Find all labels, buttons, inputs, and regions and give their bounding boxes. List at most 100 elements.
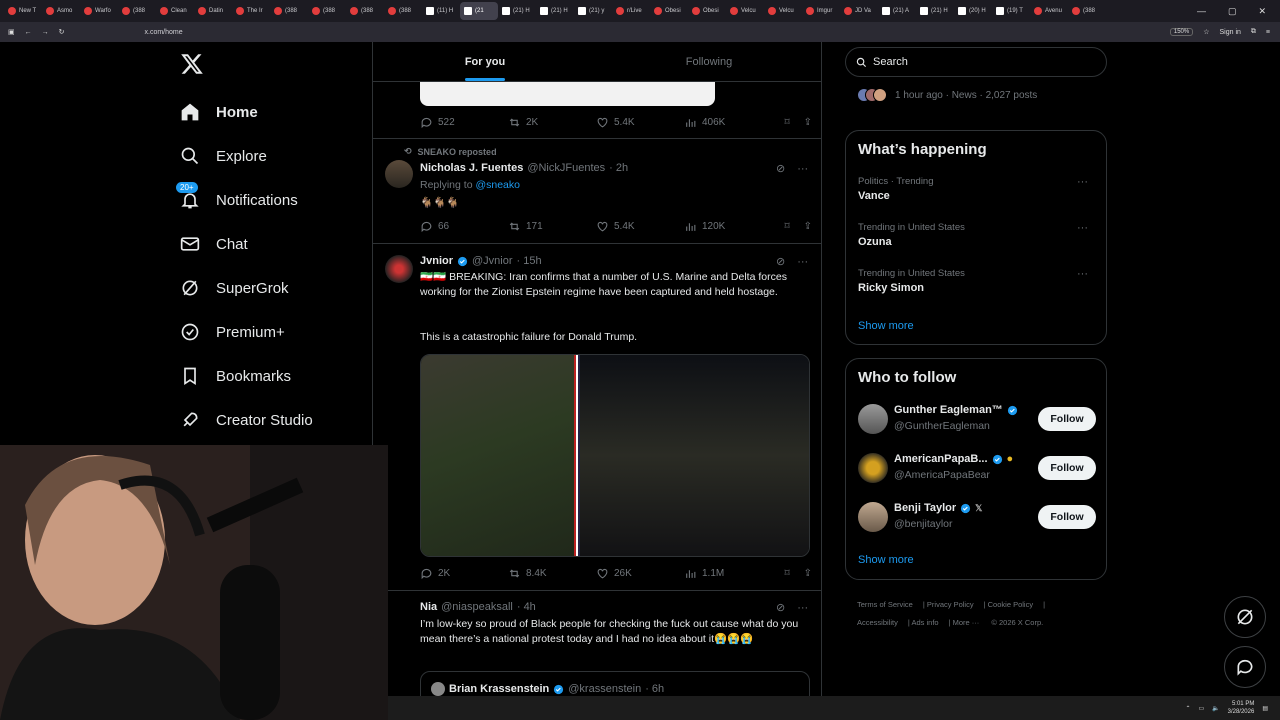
avatar[interactable] [385,255,413,283]
news-item[interactable]: 1 hour ago · News · 2,027 posts [857,88,1037,102]
author-handle[interactable]: @niaspeaksall [441,601,513,613]
repost-button[interactable]: 2K [508,116,596,129]
browser-tab[interactable]: Warfo [80,2,118,20]
repost-button[interactable]: 8.4K [508,567,596,580]
share-icon[interactable]: ⇪ [804,568,812,579]
sign-in-button[interactable]: Sign in [1220,29,1241,36]
browser-tab[interactable]: (20) H [954,2,992,20]
extensions-icon[interactable]: ⧉ [1251,28,1256,36]
browser-tab[interactable]: (388 [1068,2,1106,20]
notification-center-icon[interactable]: ▤ [1262,705,1268,712]
follow-button[interactable]: Follow [1038,456,1096,480]
reply-handle-link[interactable]: @sneako [475,179,520,191]
search-input[interactable]: Search [845,47,1107,77]
browser-tab[interactable]: (388 [346,2,384,20]
x-logo-icon[interactable] [180,52,204,76]
browser-tab[interactable]: Velcu [764,2,802,20]
browser-tab[interactable]: (11) H [422,2,460,20]
network-icon[interactable]: ▭ [1198,705,1204,712]
url-field[interactable]: x.com/home [145,29,183,36]
browser-tab[interactable]: (21) y [574,2,612,20]
share-icon[interactable]: ⇪ [804,221,812,232]
views-button[interactable]: 120K [684,220,776,233]
forward-icon[interactable]: → [42,29,49,36]
browser-tab[interactable]: (21) A [878,2,916,20]
more-icon[interactable]: ··· [797,602,808,614]
bookmark-icon[interactable]: ⌑ [784,568,789,579]
show-more-link[interactable]: Show more [858,320,914,332]
follow-suggestion[interactable]: Benji Taylor 𝕏 @benjitaylor Follow [858,500,1096,534]
author-name[interactable]: Nicholas J. Fuentes [420,162,523,174]
browser-tab[interactable]: Datin [194,2,232,20]
like-button[interactable]: 5.4K [596,220,684,233]
zoom-level[interactable]: 150% [1169,28,1194,36]
views-button[interactable]: 1.1M [684,567,776,580]
reply-button[interactable]: 522 [420,116,508,129]
trend-item[interactable]: Trending in United States Ricky Simon ··… [858,268,1098,294]
follow-suggestion[interactable]: AmericanPapaB... ● @AmericaPapaBear Follo… [858,451,1096,485]
avatar[interactable] [385,160,413,188]
follow-suggestion[interactable]: Gunther Eagleman™ @GuntherEagleman Follo… [858,402,1096,436]
more-icon[interactable]: ··· [1077,268,1088,280]
nav-item-notifications[interactable]: 20+ Notifications [176,178,313,222]
sidebar-toggle-icon[interactable]: ▣ [8,28,15,36]
browser-tab[interactable]: Imgur [802,2,840,20]
browser-tab[interactable]: Obesi [650,2,688,20]
browser-tab[interactable]: (21) H [916,2,954,20]
grok-icon[interactable]: ⊘ [776,162,785,175]
browser-tab[interactable]: (21) H [536,2,574,20]
browser-tab[interactable]: (21 [460,2,498,20]
footer-link[interactable]: Terms of Service [857,600,913,609]
grok-icon[interactable]: ⊘ [776,255,785,268]
reply-button[interactable]: 66 [420,220,508,233]
footer-link[interactable]: Cookie Policy [988,600,1033,609]
author-name[interactable]: Jvnior [420,255,453,267]
grok-float-button[interactable] [1224,596,1266,638]
tab-for-you[interactable]: For you [373,42,597,81]
tab-following[interactable]: Following [597,42,821,81]
reply-button[interactable]: 2K [420,567,508,580]
author-handle[interactable]: @Jvnior [472,255,513,267]
nav-item-chat[interactable]: Chat [180,222,313,266]
tweet-time[interactable]: · 2h [609,162,628,174]
author-name[interactable]: Nia [420,601,437,613]
follow-button[interactable]: Follow [1038,505,1096,529]
follow-button[interactable]: Follow [1038,407,1096,431]
nav-item-creator-studio[interactable]: Creator Studio [180,398,313,442]
footer-link[interactable]: Accessibility [857,618,898,627]
show-more-link[interactable]: Show more [858,554,914,566]
tweet-media[interactable] [420,354,810,557]
nav-item-bookmarks[interactable]: Bookmarks [180,354,313,398]
browser-tab[interactable]: (388 [308,2,346,20]
browser-tab[interactable]: Clean [156,2,194,20]
views-button[interactable]: 406K [684,116,776,129]
browser-tab[interactable]: r/Live [612,2,650,20]
bookmark-icon[interactable]: ⌑ [784,221,789,232]
share-icon[interactable]: ⇪ [804,117,812,128]
repost-by[interactable]: SNEAKO reposted [418,147,497,157]
messages-float-button[interactable] [1224,646,1266,688]
previous-tweet-media[interactable] [420,82,715,106]
author-handle[interactable]: @NickJFuentes [527,162,605,174]
trend-item[interactable]: Trending in United States Ozuna ··· [858,222,1098,248]
menu-icon[interactable]: ≡ [1266,29,1270,36]
maximize-icon[interactable]: ▢ [1228,6,1237,17]
star-icon[interactable]: ☆ [1203,28,1209,36]
like-button[interactable]: 5.4K [596,116,684,129]
browser-tab[interactable]: (388 [270,2,308,20]
reload-icon[interactable]: ↻ [59,28,65,36]
nav-item-premium[interactable]: Premium+ [180,310,313,354]
back-icon[interactable]: ← [25,29,32,36]
grok-icon[interactable]: ⊘ [776,601,785,614]
trend-item[interactable]: Politics · Trending Vance ··· [858,176,1098,202]
footer-link[interactable]: Ads info [911,618,938,627]
bookmark-icon[interactable]: ⌑ [784,117,789,128]
repost-button[interactable]: 171 [508,220,596,233]
browser-tab[interactable]: The Ir [232,2,270,20]
more-icon[interactable]: ··· [1077,176,1088,188]
like-button[interactable]: 26K [596,567,684,580]
more-icon[interactable]: ··· [1077,222,1088,234]
browser-tab[interactable]: JD Va [840,2,878,20]
tweet-time[interactable]: · 15h [517,255,542,267]
browser-tab[interactable]: Obesi [688,2,726,20]
